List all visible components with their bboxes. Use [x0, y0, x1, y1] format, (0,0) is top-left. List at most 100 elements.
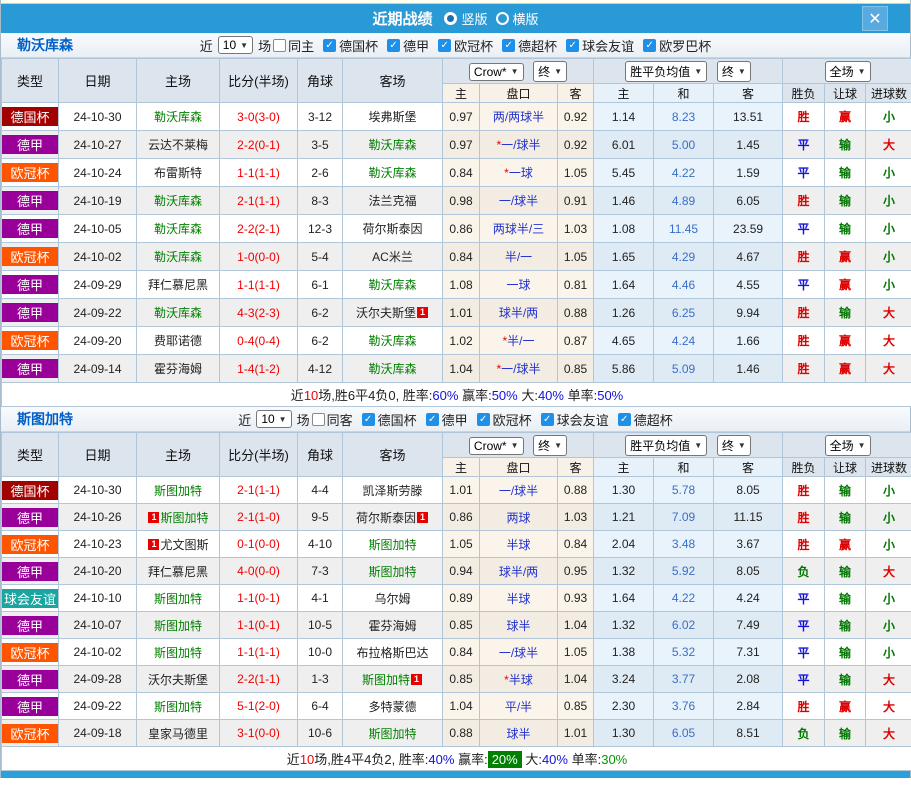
- result-cell-value: 胜: [798, 334, 810, 348]
- league-checkbox[interactable]: ✓: [477, 413, 490, 426]
- subcol-handicap: 盘口: [480, 84, 558, 103]
- league-type-cell: 德甲: [2, 693, 59, 720]
- avg-stage-select[interactable]: 终▼: [717, 435, 751, 456]
- goals-cell: 小: [866, 504, 911, 531]
- league-checkbox[interactable]: ✓: [541, 413, 554, 426]
- close-button[interactable]: ✕: [862, 6, 888, 31]
- goals-cell-value: 大: [883, 727, 895, 741]
- chevron-down-icon: ▼: [738, 441, 746, 450]
- avg-draw-value: 6.05: [672, 726, 695, 740]
- home-team-cell: 拜仁慕尼黑: [137, 558, 220, 585]
- league-checkbox[interactable]: ✓: [438, 39, 451, 52]
- red-card-badge: 1: [417, 512, 428, 523]
- away-team-cell: 勒沃库森: [343, 159, 443, 187]
- corner-cell: 4-10: [298, 531, 343, 558]
- summary-segment: 50%: [492, 388, 518, 403]
- league-type-cell: 德甲: [2, 666, 59, 693]
- avg-home-cell: 1.38: [594, 639, 654, 666]
- match-count-select[interactable]: 10▼: [256, 410, 291, 428]
- odds-stage-select[interactable]: 终▼: [533, 61, 567, 82]
- league-checkbox[interactable]: ✓: [387, 39, 400, 52]
- league-badge: 德甲: [2, 191, 58, 210]
- avg-home-cell: 1.32: [594, 558, 654, 585]
- match-count-select[interactable]: 10▼: [218, 36, 253, 54]
- league-type-cell: 德甲: [2, 355, 59, 383]
- goals-cell: 大: [866, 327, 911, 355]
- avg-home-cell: 5.45: [594, 159, 654, 187]
- horizontal-layout-radio[interactable]: [496, 12, 509, 25]
- handicap-cell: *半/一: [480, 327, 558, 355]
- avg-draw-cell: 4.89: [654, 187, 714, 215]
- subcol-odds-away: 客: [558, 84, 594, 103]
- handicap-result-cell-value: 赢: [839, 110, 851, 124]
- corner-cell: 10-0: [298, 639, 343, 666]
- avg-away-cell: 4.67: [714, 243, 783, 271]
- same-side-checkbox[interactable]: [312, 413, 325, 426]
- handicap-result-cell-value: 输: [839, 194, 851, 208]
- date-cell: 24-10-02: [59, 639, 137, 666]
- league-checkbox[interactable]: ✓: [362, 413, 375, 426]
- avg-away-cell: 1.59: [714, 159, 783, 187]
- odds-home-cell: 1.01: [443, 477, 480, 504]
- goals-cell: 大: [866, 131, 911, 159]
- subcol-goals: 进球数: [866, 458, 911, 477]
- league-type-cell: 球会友谊: [2, 585, 59, 612]
- avg-home-cell: 1.32: [594, 612, 654, 639]
- league-checkbox[interactable]: ✓: [618, 413, 631, 426]
- avg-home-cell: 1.64: [594, 271, 654, 299]
- away-team-name: 荷尔斯泰因: [356, 511, 416, 525]
- same-side-checkbox[interactable]: [273, 39, 286, 52]
- away-team-cell: 斯图加特: [343, 558, 443, 585]
- avg-type-select[interactable]: 胜平负均值▼: [625, 435, 707, 456]
- score-value: 2-2(2-1): [237, 222, 280, 236]
- home-team-name: 勒沃库森: [154, 194, 202, 208]
- odds-stage-select[interactable]: 终▼: [533, 435, 567, 456]
- avg-home-cell: 6.01: [594, 131, 654, 159]
- league-type-cell: 欧冠杯: [2, 159, 59, 187]
- league-badge: 欧冠杯: [2, 331, 58, 350]
- home-team-cell: 霍芬海姆: [137, 355, 220, 383]
- league-checkbox[interactable]: ✓: [323, 39, 336, 52]
- handicap-result-cell-value: 输: [839, 619, 851, 633]
- subcol-avg-draw: 和: [654, 458, 714, 477]
- handicap-result-cell: 赢: [825, 355, 866, 383]
- col-type: 类型: [2, 433, 59, 477]
- handicap-cell: 一/球半: [480, 187, 558, 215]
- match-row: 欧冠杯24-10-231尤文图斯0-1(0-0)4-10斯图加特1.05半球0.…: [2, 531, 911, 558]
- corner-cell: 3-5: [298, 131, 343, 159]
- result-cell: 胜: [783, 531, 825, 558]
- subcol-goals: 进球数: [866, 84, 911, 103]
- goals-cell-value: 大: [883, 700, 895, 714]
- vertical-layout-radio[interactable]: [444, 12, 457, 25]
- odds-away-cell: 0.85: [558, 355, 594, 383]
- handicap-cell: 球半: [480, 612, 558, 639]
- league-checkbox[interactable]: ✓: [566, 39, 579, 52]
- scope-select[interactable]: 全场▼: [825, 61, 871, 82]
- handicap-value: 一/球半: [499, 194, 538, 208]
- league-checkbox[interactable]: ✓: [643, 39, 656, 52]
- odds-company-select[interactable]: Crow*▼: [469, 63, 524, 81]
- league-checkbox[interactable]: ✓: [426, 413, 439, 426]
- horizontal-layout-label: 横版: [513, 9, 539, 28]
- home-team-name: 费耶诺德: [154, 334, 202, 348]
- subcol-handicap-result: 让球: [825, 458, 866, 477]
- summary-segment: 单率:: [568, 752, 601, 767]
- avg-type-select[interactable]: 胜平负均值▼: [625, 61, 707, 82]
- away-team-cell: 多特蒙德: [343, 693, 443, 720]
- league-checkbox[interactable]: ✓: [502, 39, 515, 52]
- odds-company-select[interactable]: Crow*▼: [469, 437, 524, 455]
- scope-select[interactable]: 全场▼: [825, 435, 871, 456]
- avg-stage-select[interactable]: 终▼: [717, 61, 751, 82]
- goals-cell: 小: [866, 639, 911, 666]
- subcol-odds-home: 主: [443, 458, 480, 477]
- result-cell: 胜: [783, 477, 825, 504]
- away-team-cell: 法兰克福: [343, 187, 443, 215]
- league-type-cell: 德甲: [2, 558, 59, 585]
- handicap-result-cell-value: 输: [839, 306, 851, 320]
- league-checkbox-label: 德甲: [442, 410, 468, 429]
- avg-draw-cell: 11.45: [654, 215, 714, 243]
- match-row: 德甲24-09-28沃尔夫斯堡2-2(1-1)1-3斯图加特10.85*半球1.…: [2, 666, 911, 693]
- away-team-name: 布拉格斯巴达: [356, 646, 428, 660]
- avg-draw-value: 8.23: [672, 110, 695, 124]
- league-checkbox-label: 德超杯: [518, 36, 557, 55]
